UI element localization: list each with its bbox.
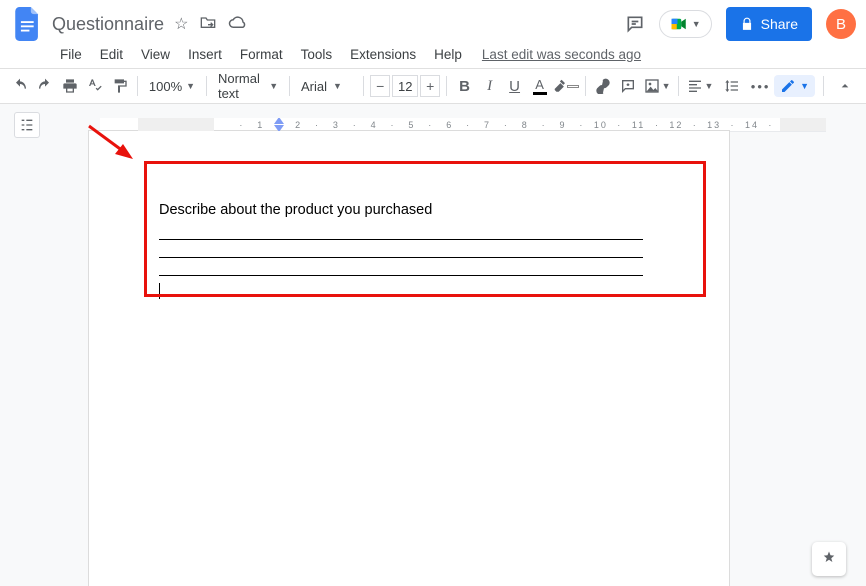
menu-bar: File Edit View Insert Format Tools Exten… — [0, 42, 866, 68]
menu-edit[interactable]: Edit — [92, 44, 131, 65]
chevron-down-icon: ▼ — [800, 81, 809, 91]
align-button[interactable]: ▼ — [685, 72, 715, 100]
spellcheck-button[interactable] — [83, 72, 106, 100]
share-label: Share — [761, 16, 798, 32]
account-avatar[interactable]: B — [826, 9, 856, 39]
lock-icon — [740, 17, 754, 31]
font-family-select[interactable]: Arial▼ — [296, 79, 357, 94]
cloud-status-icon[interactable] — [228, 15, 246, 34]
italic-button[interactable]: I — [478, 72, 501, 100]
undo-button[interactable] — [8, 72, 31, 100]
menu-insert[interactable]: Insert — [180, 44, 230, 65]
chevron-down-icon: ▼ — [269, 81, 278, 91]
menu-format[interactable]: Format — [232, 44, 291, 65]
last-edit-link[interactable]: Last edit was seconds ago — [482, 47, 641, 62]
open-comments-icon[interactable] — [625, 14, 645, 34]
annotation-arrow — [85, 122, 140, 164]
highlight-button[interactable] — [553, 72, 579, 100]
meet-icon — [670, 15, 688, 33]
redo-button[interactable] — [33, 72, 56, 100]
menu-file[interactable]: File — [52, 44, 90, 65]
more-button[interactable]: ••• — [749, 72, 772, 100]
doc-title[interactable]: Questionnaire — [52, 14, 164, 35]
show-outline-button[interactable] — [14, 112, 40, 138]
menu-tools[interactable]: Tools — [293, 44, 341, 65]
paint-format-button[interactable] — [108, 72, 131, 100]
menu-view[interactable]: View — [133, 44, 178, 65]
first-line-indent-marker[interactable] — [274, 118, 284, 124]
font-size-input[interactable]: 12 — [392, 75, 418, 97]
bold-button[interactable]: B — [453, 72, 476, 100]
explore-button[interactable] — [812, 542, 846, 576]
print-button[interactable] — [58, 72, 81, 100]
annotation-highlight-box — [144, 161, 706, 297]
docs-home-icon[interactable] — [10, 6, 46, 42]
left-indent-marker[interactable] — [274, 125, 284, 132]
hide-menus-button[interactable] — [832, 72, 858, 100]
font-size-increase[interactable]: + — [420, 75, 440, 97]
menu-help[interactable]: Help — [426, 44, 470, 65]
chevron-down-icon: ▼ — [333, 81, 342, 91]
workspace: 2·1··1·2·3·4·5·6·7·8·9·10·11·12·13·14·15… — [0, 104, 866, 586]
menu-extensions[interactable]: Extensions — [342, 44, 424, 65]
text-color-button[interactable]: A — [528, 72, 551, 100]
paragraph-style-select[interactable]: Normal text▼ — [213, 71, 283, 101]
zoom-select[interactable]: 100%▼ — [144, 79, 200, 94]
insert-comment-button[interactable] — [617, 72, 640, 100]
pencil-icon — [780, 78, 796, 94]
insert-image-button[interactable]: ▼ — [642, 72, 672, 100]
underline-button[interactable]: U — [503, 72, 526, 100]
line-spacing-button[interactable] — [717, 72, 747, 100]
toolbar: 100%▼ Normal text▼ Arial▼ − 12 + B I U A… — [0, 68, 866, 104]
editing-mode-button[interactable]: ▼ — [774, 75, 815, 97]
chevron-down-icon: ▼ — [186, 81, 195, 91]
insert-link-button[interactable] — [592, 72, 615, 100]
font-size-decrease[interactable]: − — [370, 75, 390, 97]
share-button[interactable]: Share — [726, 7, 812, 41]
star-icon[interactable]: ☆ — [174, 14, 188, 34]
meet-button[interactable]: ▼ — [659, 10, 712, 38]
move-icon[interactable] — [200, 15, 216, 34]
chevron-down-icon: ▼ — [692, 19, 701, 29]
